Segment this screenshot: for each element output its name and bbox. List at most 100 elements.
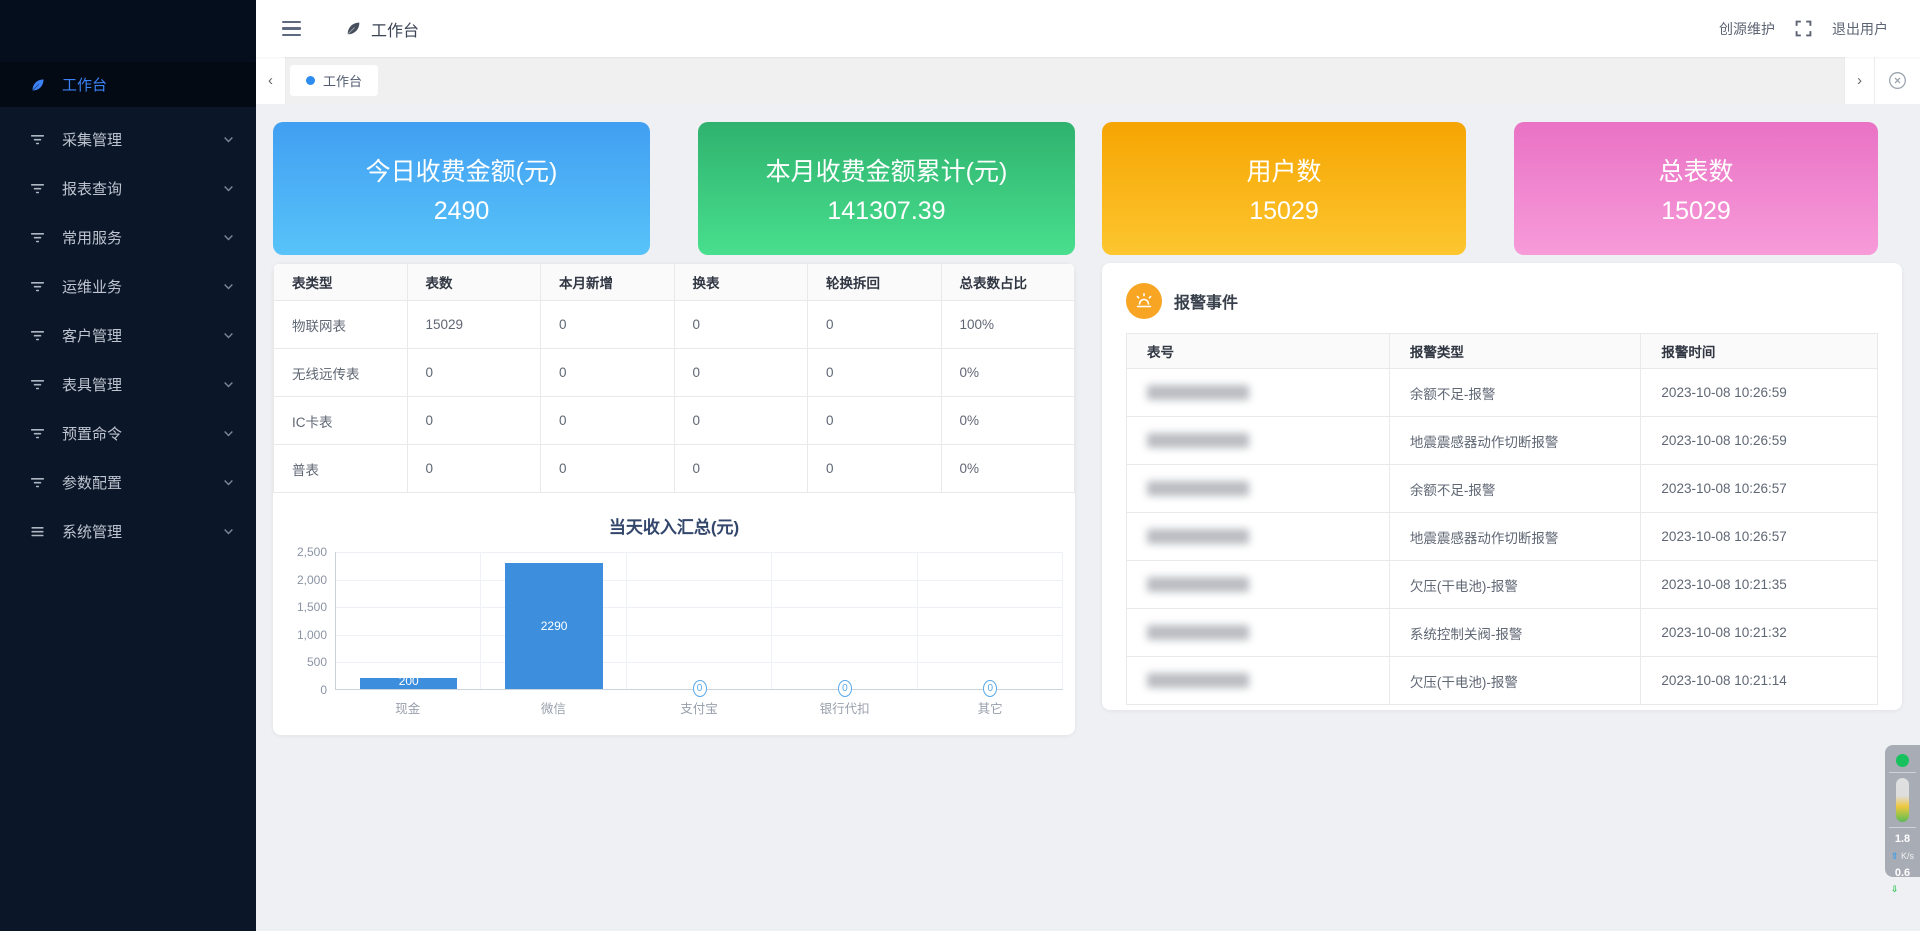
tabs-close-all-button[interactable]	[1874, 57, 1920, 104]
stat-card-title: 今日收费金额(元)	[366, 152, 558, 188]
alarm-type-cell: 地震震感器动作切断报警	[1389, 513, 1641, 561]
stat-card-title: 本月收费金额累计(元)	[766, 152, 1008, 188]
tabs-scroll-left-button[interactable]: ‹	[256, 57, 286, 104]
sidebar-item-workbench[interactable]: 工作台	[0, 62, 256, 107]
y-axis-tick-label: 2,000	[297, 573, 327, 587]
sidebar: 工作台采集管理报表查询常用服务运维业务客户管理表具管理预置命令参数配置系统管理	[0, 0, 256, 931]
maintainer-account-link[interactable]: 创源维护	[1719, 19, 1775, 39]
chevron-down-icon	[223, 281, 234, 292]
sidebar-item-label: 预置命令	[62, 423, 223, 444]
stat-card-title: 用户数	[1246, 152, 1321, 188]
upload-speed-unit: ⇧ K/s	[1891, 852, 1914, 862]
alarm-events-table: 表号报警类型报警时间 余额不足-报警2023-10-08 10:26:59地震震…	[1126, 333, 1878, 705]
sidebar-item-meter-mgmt[interactable]: 表具管理	[0, 360, 256, 409]
logo-area	[0, 0, 256, 62]
sidebar-item-parameter-config[interactable]: 参数配置	[0, 458, 256, 507]
bar-value-label: 200	[360, 674, 457, 688]
table-cell: 0	[808, 301, 942, 349]
chart-bar-微信: 2290	[505, 563, 602, 689]
y-axis-tick-label: 1,500	[297, 600, 327, 614]
chart-bar-现金: 200	[360, 678, 457, 689]
x-axis-category-label: 银行代扣	[772, 698, 918, 717]
logout-link[interactable]: 退出用户	[1832, 19, 1888, 39]
tabs-scroll-right-button[interactable]: ›	[1844, 57, 1874, 104]
meter-no-redacted	[1147, 625, 1249, 640]
app-root: 工作台采集管理报表查询常用服务运维业务客户管理表具管理预置命令参数配置系统管理 …	[0, 0, 1920, 931]
sidebar-item-system-mgmt[interactable]: 系统管理	[0, 507, 256, 556]
right-column: 用户数 15029 总表数15029 报警事件	[1102, 122, 1902, 931]
meter-no-redacted	[1147, 577, 1249, 592]
sidebar-item-label: 报表查询	[62, 178, 223, 199]
table-cell: 0	[808, 349, 942, 397]
table-cell: 0	[541, 301, 675, 349]
upload-speed-value: 1.8	[1895, 833, 1910, 847]
table-cell: 0	[674, 301, 808, 349]
sidebar-item-collection-mgmt[interactable]: 采集管理	[0, 115, 256, 164]
chevron-down-icon	[223, 183, 234, 194]
table-cell: 0	[407, 349, 541, 397]
gridline	[480, 552, 481, 689]
stat-card-meter-count: 总表数15029	[1514, 122, 1878, 255]
chevron-down-icon	[223, 428, 234, 439]
net-speed-monitor-widget[interactable]: 1.8 ⇧ K/s 0.6 ⇩ K/s	[1885, 745, 1920, 877]
alarm-row: 欠压(干电池)-报警2023-10-08 10:21:14	[1127, 657, 1878, 705]
fullscreen-icon[interactable]	[1795, 20, 1812, 37]
table-cell: 物联网表	[274, 301, 408, 349]
table-row: 物联网表15029000100%	[274, 301, 1075, 349]
table-cell: 100%	[941, 301, 1075, 349]
tabbar: ‹ 工作台 ›	[256, 57, 1920, 104]
leaf-icon	[30, 77, 48, 93]
menu-icon	[30, 524, 48, 539]
alarm-table-header-cell: 报警类型	[1389, 334, 1641, 369]
table-cell: 0%	[941, 349, 1075, 397]
table-cell: 15029	[407, 301, 541, 349]
stat-card-value: 15029	[1249, 197, 1319, 226]
sidebar-item-ops-business[interactable]: 运维业务	[0, 262, 256, 311]
chevron-down-icon	[223, 330, 234, 341]
stat-card-title: 总表数	[1658, 152, 1733, 188]
alarm-panel-title: 报警事件	[1174, 289, 1238, 313]
filter-icon	[30, 328, 48, 343]
alarm-panel-header: 报警事件	[1126, 283, 1878, 319]
alarm-type-cell: 系统控制关阀-报警	[1389, 609, 1641, 657]
alarm-type-cell: 余额不足-报警	[1389, 465, 1641, 513]
alarm-time-cell: 2023-10-08 10:21:32	[1641, 609, 1878, 657]
stat-cards-left: 今日收费金额(元)2490本月收费金额累计(元)141307.39	[273, 122, 1075, 255]
sidebar-item-report-query[interactable]: 报表查询	[0, 164, 256, 213]
meter-no-redacted	[1147, 673, 1249, 688]
hamburger-icon[interactable]	[282, 21, 301, 37]
sidebar-item-label: 采集管理	[62, 129, 223, 150]
breadcrumb: 工作台	[345, 17, 419, 41]
meter-no-cell	[1127, 561, 1390, 609]
gridline	[626, 552, 627, 689]
tab-workbench[interactable]: 工作台	[290, 65, 378, 96]
chart-plot-area: 2,5002,0001,5001,00050002002290000	[335, 552, 1063, 690]
alarm-time-cell: 2023-10-08 10:26:59	[1641, 417, 1878, 465]
meter-summary-panel: 表类型表数本月新增换表轮换拆回总表数占比 物联网表15029000100%无线远…	[273, 263, 1075, 735]
x-axis-category-label: 现金	[335, 698, 481, 717]
sidebar-item-customer-mgmt[interactable]: 客户管理	[0, 311, 256, 360]
y-axis-tick-label: 500	[307, 655, 327, 669]
stat-card-value: 141307.39	[827, 197, 945, 226]
usage-gauge-icon	[1896, 778, 1909, 822]
chevron-down-icon	[223, 232, 234, 243]
meter-summary-table: 表类型表数本月新增换表轮换拆回总表数占比 物联网表15029000100%无线远…	[273, 263, 1075, 493]
stat-card-month-income: 本月收费金额累计(元) 141307.39	[698, 122, 1075, 255]
alarm-time-cell: 2023-10-08 10:26:57	[1641, 465, 1878, 513]
sidebar-item-common-services[interactable]: 常用服务	[0, 213, 256, 262]
meter-table-header-cell: 总表数占比	[941, 264, 1075, 301]
y-axis-tick-label: 2,500	[297, 545, 327, 559]
table-cell: IC卡表	[274, 397, 408, 445]
table-cell: 0	[674, 349, 808, 397]
tab-label: 工作台	[323, 71, 362, 90]
leaf-icon	[345, 20, 362, 37]
meter-no-cell	[1127, 609, 1390, 657]
filter-icon	[30, 279, 48, 294]
alarm-row: 余额不足-报警2023-10-08 10:26:57	[1127, 465, 1878, 513]
meter-no-cell	[1127, 465, 1390, 513]
gridline	[917, 552, 918, 689]
table-row: IC卡表00000%	[274, 397, 1075, 445]
sidebar-item-preset-commands[interactable]: 预置命令	[0, 409, 256, 458]
meter-no-redacted	[1147, 433, 1249, 448]
table-cell: 无线远传表	[274, 349, 408, 397]
